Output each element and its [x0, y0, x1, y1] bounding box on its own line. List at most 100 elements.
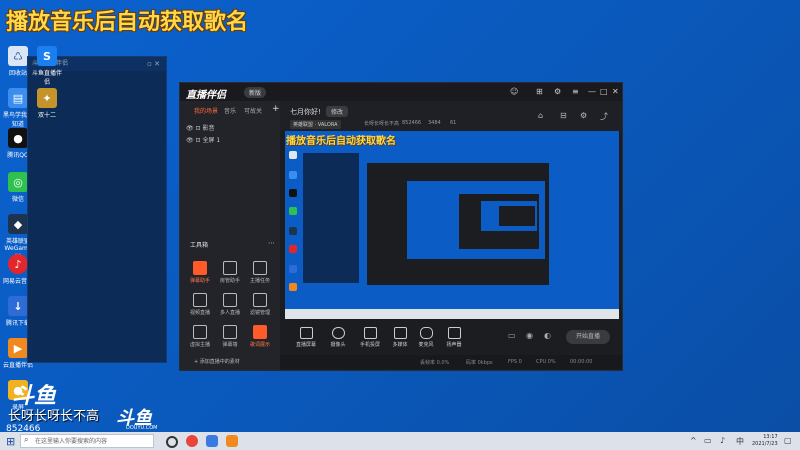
network-icon[interactable]: ▭ — [704, 436, 712, 445]
hot-value: 3484 — [428, 120, 441, 126]
nested-music-icon — [289, 245, 297, 253]
scene-item[interactable]: 👁 ⊡ 全屏 1 — [186, 135, 220, 144]
nested-app-window-2 — [459, 194, 539, 249]
stream-header: 七月你好! 修改 英雄联盟 · VALORA 长呀长呀长不高 852466 34… — [280, 101, 622, 131]
wechat-icon: ◎ — [8, 172, 28, 192]
nested-app-window — [367, 163, 549, 285]
mode-icon[interactable]: ◐ — [544, 331, 551, 340]
nested-left-window — [303, 153, 359, 283]
taskbar: ⊞ 在这里输入你要搜索的内容 ⌕ ^ ▭ ♪ 中 13:17 2021/7/23… — [0, 432, 800, 450]
lock-icon[interactable]: ⊡ — [196, 137, 201, 144]
tab-other[interactable]: 可故关 — [244, 106, 262, 115]
close-icon[interactable]: ✕ — [612, 87, 619, 96]
ime-icon[interactable]: 中 — [736, 436, 744, 447]
overlay-banner: 播放音乐后自动获取歌名 — [6, 10, 249, 35]
nested-game-icon — [289, 227, 297, 235]
qq-penguin-icon: ● — [8, 128, 28, 148]
nested-recycle-icon — [289, 151, 297, 159]
volume-icon[interactable]: ♪ — [720, 436, 725, 445]
lock-icon[interactable]: ⊡ — [196, 125, 201, 132]
nested-wechat-icon — [289, 207, 297, 215]
tool-lyrics[interactable]: 歌词展示 — [246, 325, 274, 348]
taskbar-search[interactable]: 在这里输入你要搜索的内容 — [20, 434, 154, 448]
screen-icon — [299, 327, 313, 339]
start-live-button[interactable]: 开始直播 — [566, 330, 610, 344]
tool-filter[interactable]: 滤镜管理 — [246, 293, 274, 316]
live-preview: 播放音乐后自动获取歌名 — [285, 131, 619, 319]
notification-icon[interactable]: ▢ — [784, 436, 792, 445]
nested-file-icon — [289, 171, 297, 179]
record-icon[interactable]: ▭ — [508, 331, 516, 340]
tool-virtual-anchor[interactable]: 虚拟主播 — [186, 325, 214, 348]
category-tag[interactable]: 英雄联盟 · VALORA — [290, 120, 341, 129]
status-time: 00:00:00 — [570, 359, 593, 365]
desktop-icon-game[interactable]: ✦ 双十二 — [32, 88, 62, 119]
tab-music[interactable]: 音乐 — [224, 106, 236, 115]
share-icon[interactable]: ⤴ — [600, 111, 608, 122]
file-icon: ▤ — [8, 88, 28, 108]
screen-capture-button[interactable]: 直播屏幕 — [288, 327, 324, 348]
eye-icon[interactable]: 👁 — [186, 137, 194, 144]
download-icon: ↓ — [8, 296, 28, 316]
tool-room-admin[interactable]: 房管助手 — [216, 261, 244, 284]
windows-start-icon[interactable]: ⊞ — [6, 435, 15, 448]
tool-danmu[interactable]: 弹幕助手 — [186, 261, 214, 284]
status-cpu: CPU 0% — [536, 359, 556, 365]
scene-panel: 我的场景 音乐 可故关 + 👁 ⊡ 影音 👁 ⊡ 全屏 1 工具箱 ⋯ 弹幕助手… — [180, 101, 280, 370]
camera-button[interactable]: 摄像头 — [320, 327, 356, 348]
scene-tabs: 我的场景 音乐 可故关 + — [180, 104, 280, 119]
filter-icon — [253, 293, 267, 307]
desktop-icon-douyu[interactable]: S 斗鱼直播伴侣 — [32, 46, 62, 86]
chat-icon[interactable]: ⊟ — [560, 111, 567, 120]
add-source-link[interactable]: + 添加直播中的素材 — [194, 358, 240, 365]
edit-title-button[interactable]: 修改 — [326, 106, 349, 117]
menu-icon[interactable]: ⊞ — [536, 87, 543, 96]
add-scene-icon[interactable]: + — [272, 104, 280, 114]
version-badge[interactable]: 新版 — [244, 87, 267, 98]
settings-icon[interactable]: ⚙ — [554, 87, 561, 96]
douyu-icon: S — [37, 46, 57, 66]
tool-anchor-task[interactable]: 主播任务 — [246, 261, 274, 284]
maximize-icon[interactable]: □ — [600, 87, 608, 96]
eye-icon[interactable]: 👁 — [186, 125, 194, 132]
cortana-icon[interactable] — [166, 436, 178, 448]
game-character-icon: ✦ — [37, 88, 57, 108]
settings-small-icon[interactable]: ⚙ — [580, 111, 587, 120]
eye-toggle-icon[interactable]: ◉ — [526, 331, 533, 340]
recycle-bin-icon: ♺ — [8, 46, 28, 66]
tool-multi-live[interactable]: 多人直播 — [216, 293, 244, 316]
window-controls-icon[interactable]: ▫ ✕ — [147, 60, 160, 68]
speaker-button[interactable]: 扬声器 — [436, 327, 472, 348]
title-bar: 直播伴侣 新版 ☺ ⊞ ⚙ ≡ — □ ✕ — [180, 83, 622, 101]
search-icon: ⌕ — [24, 435, 29, 444]
status-drop: 丢帧率 0.0% — [420, 360, 450, 366]
nested-app-window-3 — [499, 206, 535, 226]
chrome-icon[interactable] — [186, 435, 198, 447]
source-controls: 直播屏幕 摄像头 手机投屏 多媒体 麦克风 扬声器 ▭ ◉ ◐ 开始直播 — [280, 323, 622, 351]
clock[interactable]: 13:17 2021/7/23 — [752, 434, 778, 448]
more-icon[interactable]: ≡ — [572, 87, 579, 96]
live-assistant-window[interactable]: 直播伴侣 新版 ☺ ⊞ ⚙ ≡ — □ ✕ 我的场景 音乐 可故关 + 👁 ⊡ … — [179, 82, 623, 371]
app-logo: 直播伴侣 — [186, 90, 226, 101]
video-icon — [193, 293, 207, 307]
toolbox-more-icon[interactable]: ⋯ — [268, 239, 275, 247]
status-bar: 丢帧率 0.0% 码率 0kbps FPS 0 CPU 0% 00:00:00 — [280, 355, 622, 369]
tool-video-live[interactable]: 视频直播 — [186, 293, 214, 316]
file-explorer-icon[interactable] — [206, 435, 218, 447]
douyu-logo-sub: DOUYU.COM — [126, 425, 158, 431]
minimize-icon[interactable]: — — [588, 87, 596, 96]
avatar-icon[interactable]: ☺ — [510, 87, 518, 96]
scene-item[interactable]: 👁 ⊡ 影音 — [186, 123, 215, 132]
status-fps: FPS 0 — [508, 359, 522, 365]
tab-my-scenes[interactable]: 我的场景 — [194, 106, 218, 115]
wall-icon — [223, 325, 237, 339]
danmu-icon — [193, 261, 207, 275]
tool-danmu-wall[interactable]: 弹幕墙 — [216, 325, 244, 348]
nested-preview-2 — [481, 201, 537, 231]
caption-text: 长呀长呀长不高 — [8, 409, 100, 424]
live-assistant-taskbar-icon[interactable] — [226, 435, 238, 447]
nested-download-icon — [289, 265, 297, 273]
nested-taskbar — [285, 309, 619, 319]
gift-icon[interactable]: ⌂ — [538, 111, 543, 120]
tray-up-icon[interactable]: ^ — [690, 436, 697, 445]
